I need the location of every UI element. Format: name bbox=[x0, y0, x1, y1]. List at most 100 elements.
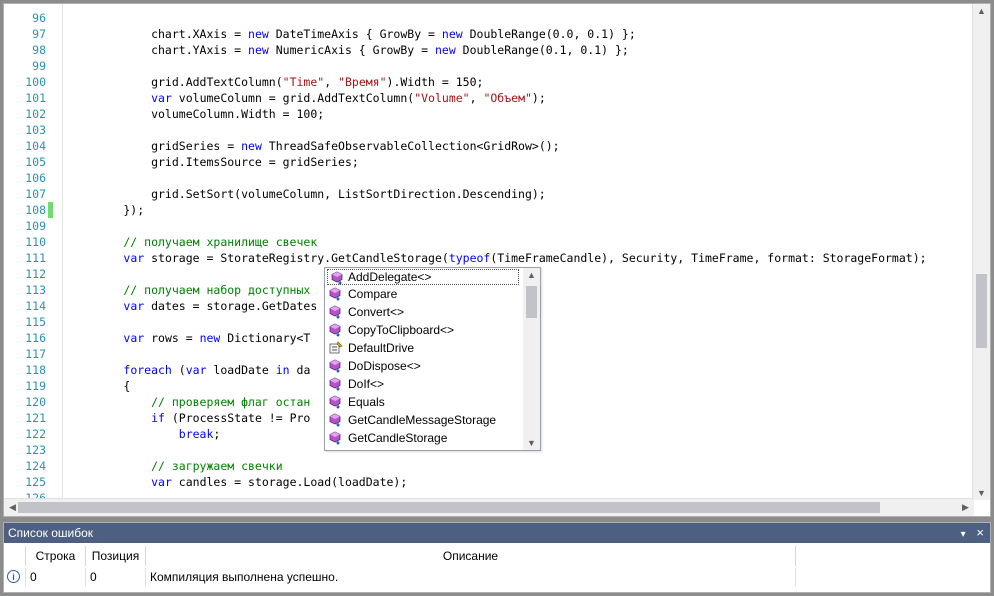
completion-item[interactable]: GetCandleMessageStorage bbox=[325, 411, 521, 429]
code-line[interactable]: grid.ItemsSource = gridSeries; bbox=[68, 154, 359, 170]
scroll-up-icon[interactable]: ▲ bbox=[973, 6, 990, 16]
line-number: 107 bbox=[25, 187, 46, 201]
code-token: DateTimeAxis { GrowBy = bbox=[268, 27, 442, 41]
completion-item-label: GetCandleMessageStorage bbox=[348, 413, 497, 427]
scroll-thumb[interactable] bbox=[526, 286, 537, 318]
line-number: 111 bbox=[25, 251, 46, 265]
line-number: 117 bbox=[25, 347, 46, 361]
scroll-thumb[interactable] bbox=[976, 274, 987, 348]
code-token: typeof bbox=[448, 251, 491, 265]
code-line[interactable]: chart.XAxis = new DateTimeAxis { GrowBy … bbox=[68, 26, 636, 42]
code-token: candles = storage.Load(loadDate); bbox=[171, 475, 408, 489]
code-line[interactable]: var volumeColumn = grid.AddTextColumn("V… bbox=[68, 90, 546, 106]
code-token: volumeColumn = grid.AddTextColumn( bbox=[171, 91, 415, 105]
property-icon bbox=[329, 341, 343, 355]
code-line[interactable]: var rows = new Dictionary<T bbox=[68, 330, 310, 346]
line-number: 101 bbox=[25, 91, 46, 105]
code-line[interactable]: // получаем хранилище свечек bbox=[68, 234, 317, 250]
code-token: var bbox=[151, 475, 172, 489]
code-token: storage = StorateRegistry.GetCandleStora… bbox=[144, 251, 449, 265]
code-token: var bbox=[123, 331, 145, 345]
completion-popup[interactable]: AddDelegate<> Compare Convert<> CopyToClipb… bbox=[324, 267, 541, 451]
completion-item[interactable]: Compare bbox=[325, 285, 521, 303]
completion-item-label: DoDispose<> bbox=[348, 359, 421, 373]
code-token: grid.ItemsSource = gridSeries; bbox=[68, 155, 359, 169]
code-line[interactable]: gridSeries = new ThreadSafeObservableCol… bbox=[68, 138, 560, 154]
code-line[interactable]: break; bbox=[68, 426, 221, 442]
completion-item[interactable]: AddDelegate<> bbox=[327, 269, 519, 285]
line-number: 103 bbox=[25, 123, 46, 137]
code-token: new bbox=[199, 331, 221, 345]
completion-item-label: AddDelegate<> bbox=[348, 270, 432, 284]
completion-item[interactable]: GetCandleStorage bbox=[325, 429, 521, 447]
code-line[interactable]: var dates = storage.GetDates bbox=[68, 298, 317, 314]
code-line[interactable]: // загружаем свечки bbox=[68, 458, 283, 474]
code-token: new bbox=[248, 43, 269, 57]
completion-item[interactable]: DefaultDrive bbox=[325, 339, 521, 357]
line-number: 121 bbox=[25, 411, 46, 425]
code-token: Dictionary<T bbox=[220, 331, 311, 345]
code-line[interactable]: }); bbox=[68, 202, 144, 218]
code-token: ; bbox=[213, 427, 221, 441]
completion-item[interactable]: CopyToClipboard<> bbox=[325, 321, 521, 339]
code-line[interactable]: if (ProcessState != Pro bbox=[68, 410, 310, 426]
line-number: 122 bbox=[25, 427, 46, 441]
line-number: 99 bbox=[32, 59, 46, 73]
scroll-up-icon[interactable]: ▲ bbox=[523, 270, 540, 280]
code-token: chart.YAxis = bbox=[68, 43, 249, 57]
method-icon bbox=[329, 323, 343, 337]
column-header-line[interactable]: Строка bbox=[26, 546, 86, 566]
code-line[interactable]: grid.SetSort(volumeColumn, ListSortDirec… bbox=[68, 186, 546, 202]
code-line[interactable]: grid.AddTextColumn("Time", "Время").Widt… bbox=[68, 74, 483, 90]
code-token: { bbox=[68, 379, 131, 393]
code-token: rows = bbox=[144, 331, 200, 345]
completion-item-label: Convert<> bbox=[348, 305, 405, 319]
scroll-thumb[interactable] bbox=[18, 502, 880, 513]
code-editor[interactable]: 96 97 98 99 100 101 102 103 104 105 106 107 108 109 11… bbox=[3, 3, 991, 517]
completion-item[interactable]: DoIf<> bbox=[325, 375, 521, 393]
code-line[interactable]: var candles = storage.Load(loadDate); bbox=[68, 474, 407, 490]
completion-item[interactable]: Convert<> bbox=[325, 303, 521, 321]
code-token: // проверяем флаг остан bbox=[68, 395, 311, 409]
code-line[interactable]: chart.YAxis = new NumericAxis { GrowBy =… bbox=[68, 42, 629, 58]
column-header-position[interactable]: Позиция bbox=[86, 546, 146, 566]
completion-item-label: GetCandleStorage bbox=[348, 431, 448, 445]
code-line[interactable]: foreach (var loadDate in da bbox=[68, 362, 310, 378]
close-icon[interactable]: × bbox=[976, 525, 984, 540]
code-token: ); bbox=[531, 91, 546, 105]
line-number: 116 bbox=[25, 331, 46, 345]
method-icon bbox=[329, 359, 343, 373]
code-line[interactable]: // проверяем флаг остан bbox=[68, 394, 310, 410]
code-line[interactable]: volumeColumn.Width = 100; bbox=[68, 106, 324, 122]
completion-item[interactable]: Equals bbox=[325, 393, 521, 411]
scroll-down-icon[interactable]: ▼ bbox=[973, 488, 990, 498]
completion-list[interactable]: AddDelegate<> Compare Convert<> CopyToClipb… bbox=[325, 268, 521, 447]
editor-horizontal-scrollbar[interactable]: ◀ ▶ bbox=[4, 498, 974, 516]
line-number: 102 bbox=[25, 107, 46, 121]
code-token: "Volume" bbox=[414, 91, 470, 105]
line-number: 97 bbox=[32, 27, 46, 41]
line-number-gutter: 96 97 98 99 100 101 102 103 104 105 106 107 108 109 11… bbox=[4, 4, 63, 505]
code-line[interactable]: var storage = StorateRegistry.GetCandleS… bbox=[68, 250, 926, 266]
completion-scrollbar[interactable]: ▲ ▼ bbox=[523, 268, 540, 450]
code-line[interactable]: { bbox=[68, 378, 130, 394]
scroll-down-icon[interactable]: ▼ bbox=[523, 438, 540, 448]
scroll-right-icon[interactable]: ▶ bbox=[957, 502, 974, 513]
code-line[interactable]: // получаем набор доступных bbox=[68, 282, 310, 298]
code-token: in bbox=[275, 363, 290, 377]
column-header-description[interactable]: Описание bbox=[146, 546, 796, 566]
completion-item[interactable]: DoDispose<> bbox=[325, 357, 521, 375]
code-token: dates = storage.GetDates bbox=[144, 299, 318, 313]
pin-icon[interactable]: ▾ bbox=[961, 529, 966, 540]
column-header-icon[interactable] bbox=[4, 546, 26, 566]
code-token: da bbox=[289, 363, 311, 377]
editor-vertical-scrollbar[interactable]: ▲ ▼ bbox=[972, 4, 990, 500]
code-token: chart.XAxis = bbox=[68, 27, 249, 41]
